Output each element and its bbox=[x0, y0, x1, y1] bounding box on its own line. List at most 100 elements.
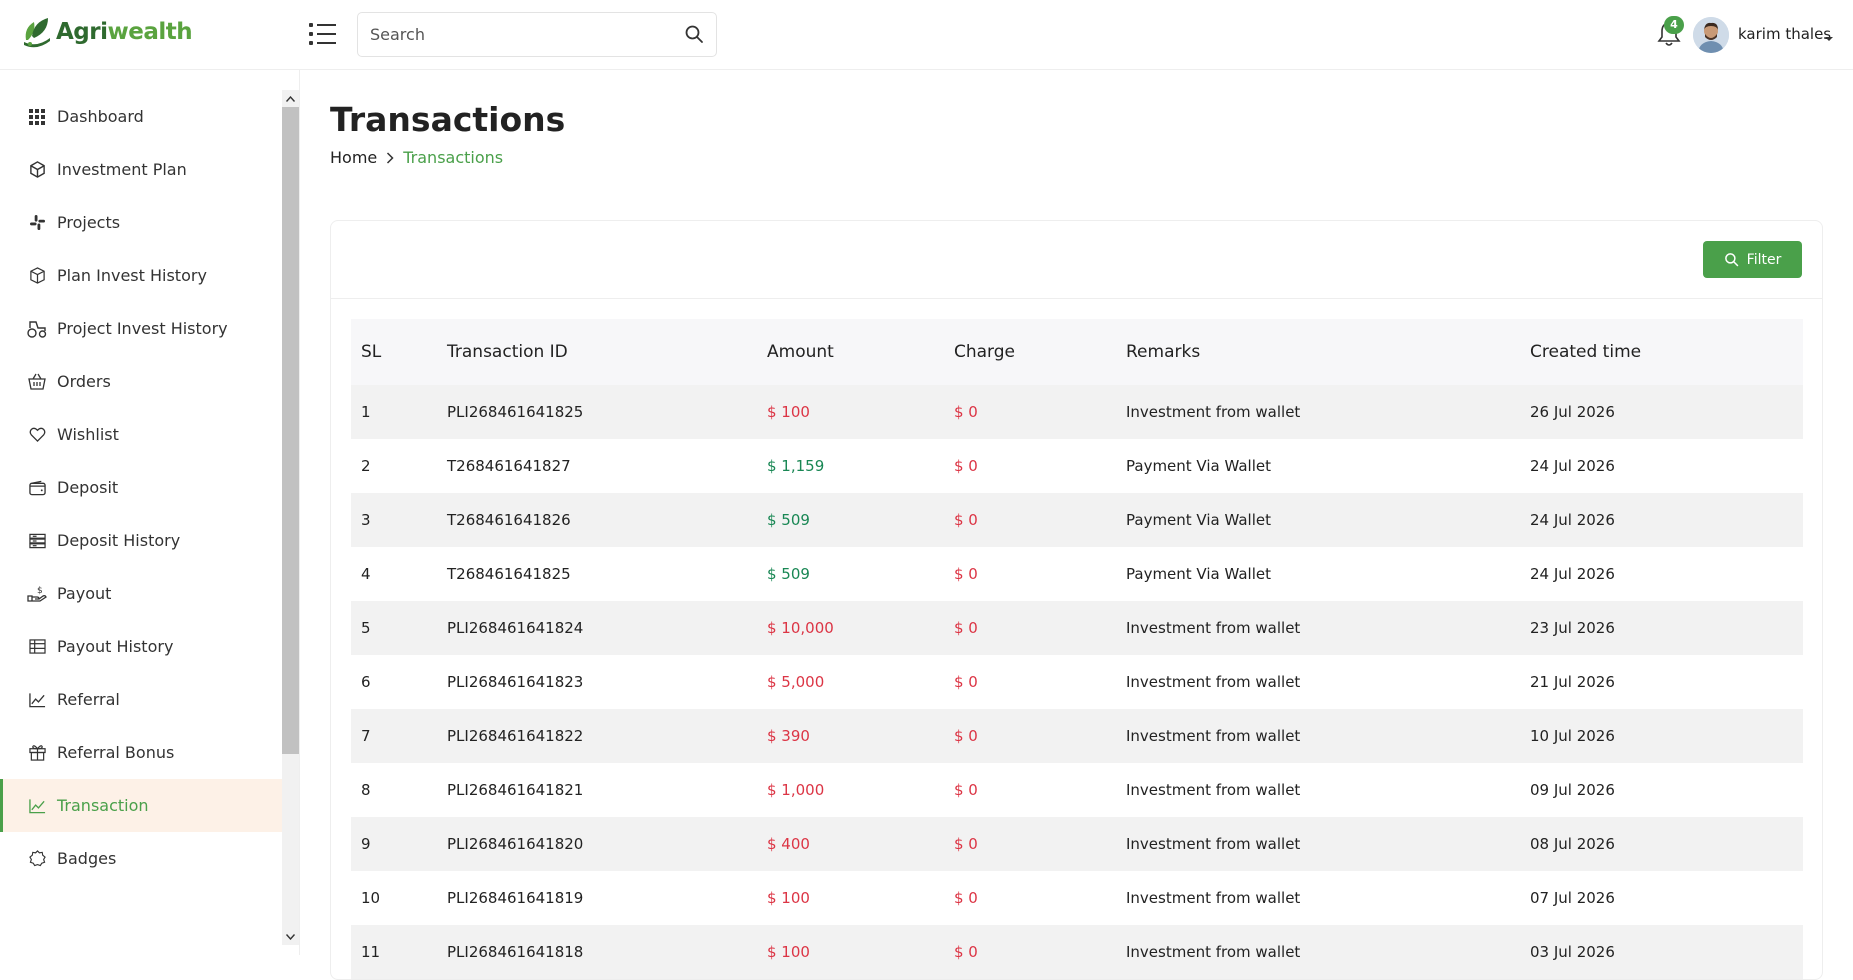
cell-amount: $ 100 bbox=[767, 889, 810, 907]
cell-amount: $ 10,000 bbox=[767, 619, 834, 637]
tractor-icon bbox=[27, 319, 47, 339]
cell-transaction-id: PLI268461641821 bbox=[447, 781, 584, 799]
sidebar-item-plan-invest-history[interactable]: Plan Invest History bbox=[0, 249, 282, 302]
table-row: 1 PLI268461641825 $ 100 $ 0 Investment from … bbox=[351, 385, 1803, 439]
cell-amount: $ 1,159 bbox=[767, 457, 825, 475]
cell-remarks: Investment from wallet bbox=[1126, 889, 1301, 907]
sidebar-item-label: Dashboard bbox=[57, 107, 144, 126]
sidebar-item-badges[interactable]: Badges bbox=[0, 832, 282, 885]
cell-sl: 7 bbox=[361, 727, 371, 745]
table-row: 2 T268461641827 $ 1,159 $ 0 Payment Via Wall… bbox=[351, 439, 1803, 493]
sidebar-item-deposit[interactable]: Deposit bbox=[0, 461, 282, 514]
sidebar-item-projects[interactable]: Projects bbox=[0, 196, 282, 249]
cell-amount: $ 1,000 bbox=[767, 781, 825, 799]
user-name[interactable]: karim thales bbox=[1738, 25, 1831, 43]
cell-transaction-id: PLI268461641818 bbox=[447, 943, 584, 961]
sidebar: Dashboard Investment Plan Projects Plan Inv… bbox=[0, 70, 300, 955]
scroll-down-icon[interactable] bbox=[282, 928, 299, 945]
cell-transaction-id: PLI268461641824 bbox=[447, 619, 584, 637]
sidebar-item-project-invest-history[interactable]: Project Invest History bbox=[0, 302, 282, 355]
cell-created-time: 10 Jul 2026 bbox=[1530, 727, 1615, 745]
filter-label: Filter bbox=[1746, 251, 1782, 268]
sidebar-item-label: Deposit bbox=[57, 478, 119, 497]
cell-sl: 2 bbox=[361, 457, 371, 475]
server-icon bbox=[27, 531, 47, 551]
scrollbar-thumb[interactable] bbox=[282, 107, 299, 754]
cell-created-time: 26 Jul 2026 bbox=[1530, 403, 1615, 421]
search-icon bbox=[1724, 252, 1739, 267]
cell-charge: $ 0 bbox=[954, 835, 978, 853]
search-input[interactable] bbox=[358, 14, 668, 55]
sidebar-item-deposit-history[interactable]: Deposit History bbox=[0, 514, 282, 567]
cube-icon bbox=[27, 160, 47, 180]
sidebar-item-label: Investment Plan bbox=[57, 160, 187, 179]
sidebar-item-label: Referral bbox=[57, 690, 120, 709]
brand-logo[interactable]: Agriwealth bbox=[20, 14, 193, 50]
sidebar-item-transaction[interactable]: Transaction bbox=[0, 779, 282, 832]
menu-toggle-icon[interactable] bbox=[308, 19, 340, 51]
breadcrumb-home[interactable]: Home bbox=[330, 148, 377, 167]
chevron-right-icon bbox=[386, 151, 394, 164]
cell-created-time: 03 Jul 2026 bbox=[1530, 943, 1615, 961]
card-header: Filter bbox=[331, 221, 1822, 299]
cell-charge: $ 0 bbox=[954, 403, 978, 421]
column-header-remarks: Remarks bbox=[1126, 342, 1201, 362]
cell-remarks: Investment from wallet bbox=[1126, 403, 1301, 421]
sidebar-item-orders[interactable]: Orders bbox=[0, 355, 282, 408]
cell-sl: 8 bbox=[361, 781, 371, 799]
cell-amount: $ 100 bbox=[767, 943, 810, 961]
cell-charge: $ 0 bbox=[954, 511, 978, 529]
sidebar-item-label: Project Invest History bbox=[57, 319, 228, 338]
sidebar-item-label: Payout History bbox=[57, 637, 174, 656]
sidebar-item-label: Orders bbox=[57, 372, 111, 391]
column-header-amount: Amount bbox=[767, 342, 834, 362]
avatar[interactable] bbox=[1693, 17, 1729, 53]
brand-name: Agriwealth bbox=[56, 19, 193, 45]
table-row: 5 PLI268461641824 $ 10,000 $ 0 Investment fr… bbox=[351, 601, 1803, 655]
cell-remarks: Payment Via Wallet bbox=[1126, 565, 1272, 583]
cell-transaction-id: T268461641826 bbox=[447, 511, 571, 529]
slack-icon bbox=[27, 213, 47, 233]
table-row: 9 PLI268461641820 $ 400 $ 0 Investment from … bbox=[351, 817, 1803, 871]
leaf-logo-icon bbox=[24, 18, 50, 48]
cell-amount: $ 509 bbox=[767, 511, 810, 529]
hand-coin-icon: $ bbox=[27, 584, 47, 604]
sidebar-item-label: Wishlist bbox=[57, 425, 119, 444]
sidebar-item-dashboard[interactable]: Dashboard bbox=[0, 90, 282, 143]
sidebar-item-label: Plan Invest History bbox=[57, 266, 207, 285]
sidebar-item-wishlist[interactable]: Wishlist bbox=[0, 408, 282, 461]
sidebar-item-payout-history[interactable]: Payout History bbox=[0, 620, 282, 673]
filter-button[interactable]: Filter bbox=[1703, 241, 1802, 278]
cell-created-time: 23 Jul 2026 bbox=[1530, 619, 1615, 637]
sidebar-item-referral[interactable]: Referral bbox=[0, 673, 282, 726]
cell-transaction-id: PLI268461641822 bbox=[447, 727, 584, 745]
cell-remarks: Payment Via Wallet bbox=[1126, 511, 1272, 529]
sidebar-item-investment-plan[interactable]: Investment Plan bbox=[0, 143, 282, 196]
gift-icon bbox=[27, 743, 47, 763]
cell-amount: $ 509 bbox=[767, 565, 810, 583]
cell-charge: $ 0 bbox=[954, 457, 978, 475]
cell-amount: $ 100 bbox=[767, 403, 810, 421]
cell-created-time: 24 Jul 2026 bbox=[1530, 457, 1615, 475]
cell-transaction-id: PLI268461641820 bbox=[447, 835, 584, 853]
search-icon[interactable] bbox=[684, 24, 704, 48]
line-chart-icon bbox=[27, 690, 47, 710]
table-row: 3 T268461641826 $ 509 $ 0 Payment Via Wallet… bbox=[351, 493, 1803, 547]
badge-icon bbox=[27, 849, 47, 869]
sidebar-item-payout[interactable]: $ Payout bbox=[0, 567, 282, 620]
cell-created-time: 21 Jul 2026 bbox=[1530, 673, 1615, 691]
cell-created-time: 07 Jul 2026 bbox=[1530, 889, 1615, 907]
breadcrumb-current: Transactions bbox=[403, 148, 504, 167]
sidebar-item-label: Transaction bbox=[57, 796, 149, 815]
cell-created-time: 09 Jul 2026 bbox=[1530, 781, 1615, 799]
cell-sl: 6 bbox=[361, 673, 371, 691]
search-box bbox=[357, 12, 717, 57]
sidebar-scrollbar[interactable] bbox=[282, 90, 299, 945]
scroll-up-icon[interactable] bbox=[282, 90, 299, 107]
cell-transaction-id: PLI268461641825 bbox=[447, 403, 584, 421]
caret-down-icon[interactable] bbox=[1824, 28, 1834, 47]
cell-charge: $ 0 bbox=[954, 943, 978, 961]
sidebar-item-referral-bonus[interactable]: Referral Bonus bbox=[0, 726, 282, 779]
sidebar-menu: Dashboard Investment Plan Projects Plan Inv… bbox=[0, 90, 282, 885]
cell-created-time: 24 Jul 2026 bbox=[1530, 565, 1615, 583]
